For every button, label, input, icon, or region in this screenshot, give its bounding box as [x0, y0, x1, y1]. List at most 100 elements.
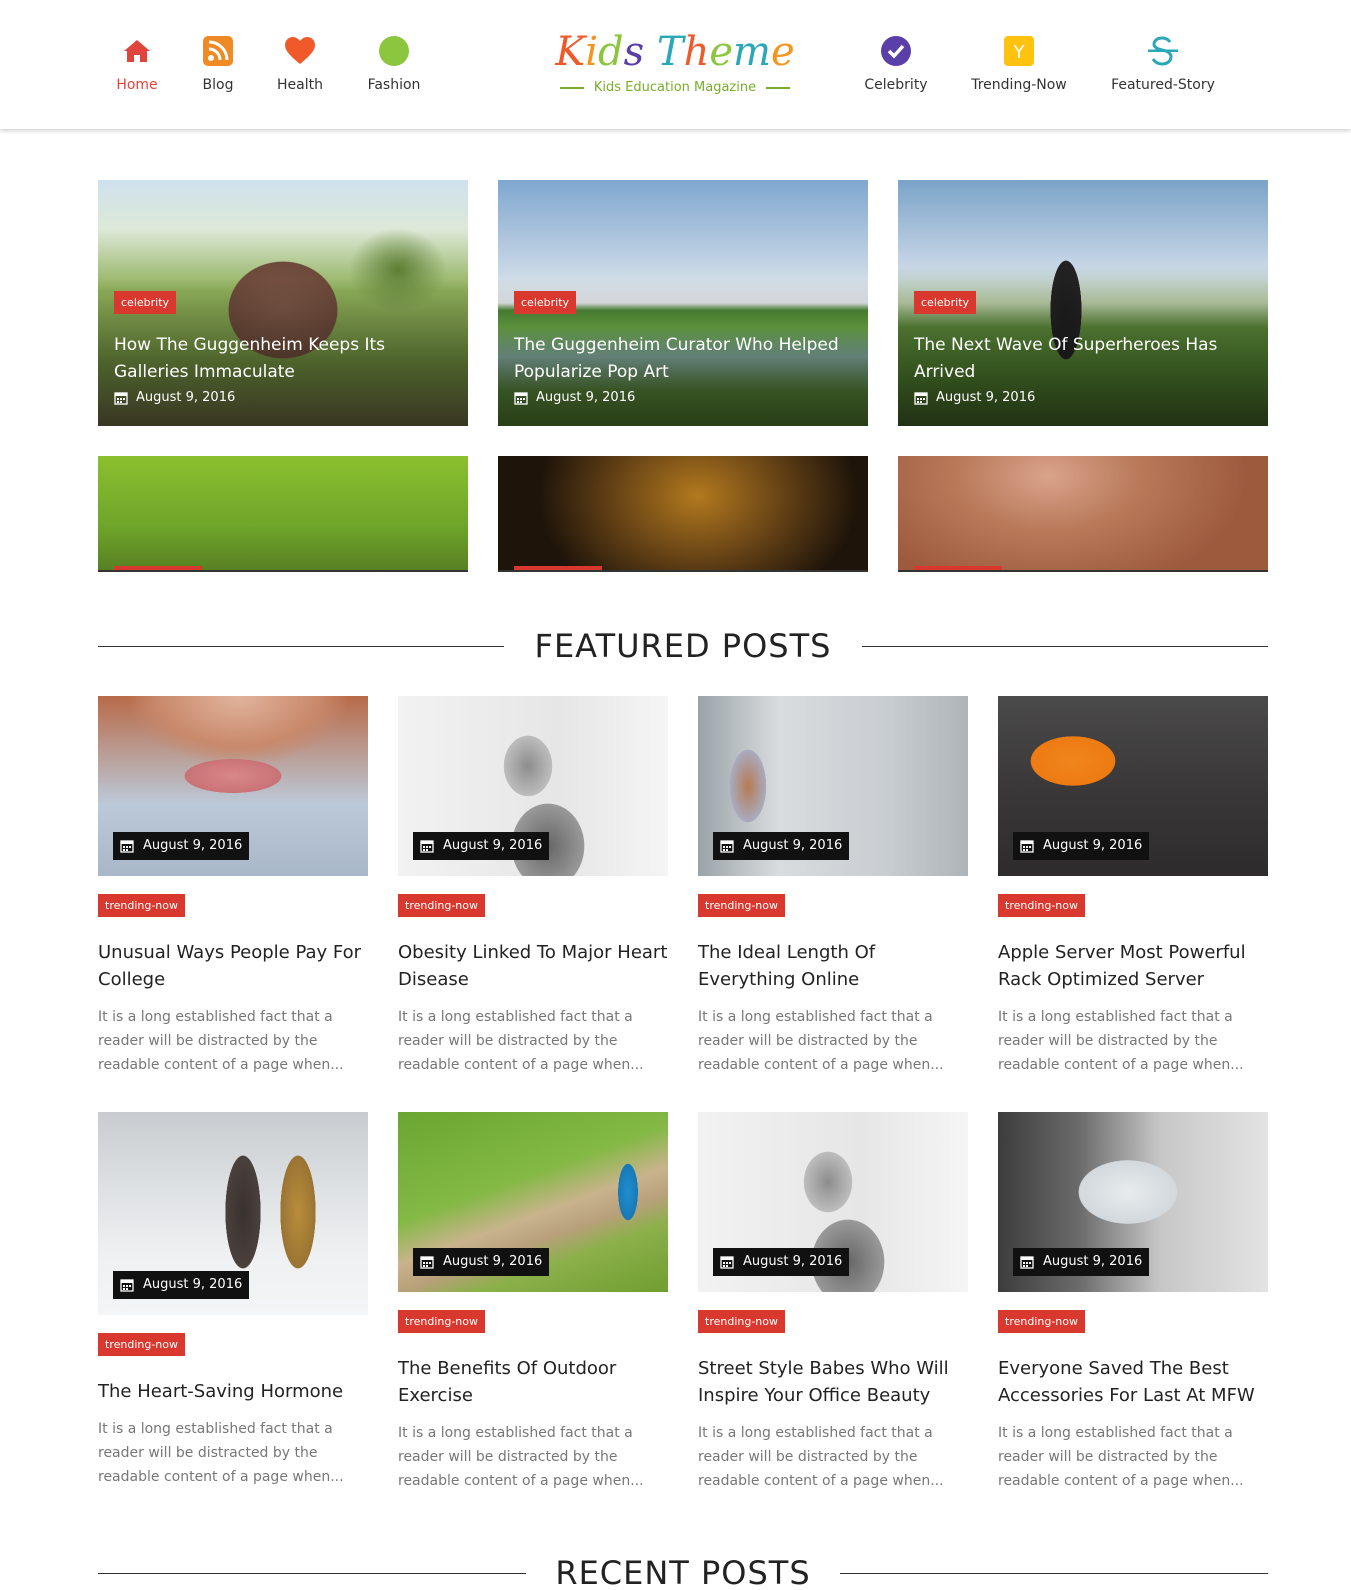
- post-title[interactable]: Everyone Saved The Best Accessories For …: [998, 1355, 1268, 1409]
- recent-posts-heading: RECENT POSTS: [98, 1553, 1268, 1590]
- svg-text:Y: Y: [1013, 42, 1026, 63]
- calendar-icon: [1020, 839, 1034, 853]
- nav-label: Trending-Now: [971, 77, 1067, 93]
- featured-posts-heading: FEATURED POSTS: [98, 626, 1268, 666]
- post-card[interactable]: August 9, 2016 trending-now Apple Server…: [998, 696, 1268, 1077]
- calendar-icon: [120, 1278, 134, 1292]
- calendar-icon: [420, 1255, 434, 1269]
- nav-fashion[interactable]: Fashion: [344, 34, 444, 93]
- calendar-icon: [720, 839, 734, 853]
- date-chip: August 9, 2016: [113, 1271, 250, 1299]
- slider-card[interactable]: celebrity The Next Wave Of Superheroes H…: [898, 180, 1268, 426]
- post-date-text: August 9, 2016: [1043, 1254, 1143, 1269]
- post-thumbnail[interactable]: August 9, 2016: [998, 1112, 1268, 1292]
- post-date-text: August 9, 2016: [743, 838, 843, 853]
- category-badge[interactable]: trending-now: [998, 894, 1085, 917]
- post-thumbnail[interactable]: August 9, 2016: [698, 1112, 968, 1292]
- category-badge[interactable]: trending-now: [98, 894, 185, 917]
- category-badge[interactable]: trending-now: [398, 1310, 485, 1333]
- post-title[interactable]: Unusual Ways People Pay For College: [98, 939, 368, 993]
- nav-featured-story[interactable]: Featured-Story: [1103, 34, 1223, 93]
- y-square-icon: Y: [1002, 34, 1036, 68]
- post-excerpt: It is a long established fact that a rea…: [398, 1425, 644, 1489]
- calendar-icon: [914, 391, 928, 405]
- post-thumbnail[interactable]: August 9, 2016: [398, 696, 668, 876]
- post-date-text: August 9, 2016: [136, 390, 236, 405]
- post-card[interactable]: August 9, 2016 trending-now Street Style…: [698, 1112, 968, 1493]
- category-badge[interactable]: trending-now: [698, 1310, 785, 1333]
- date-chip: August 9, 2016: [1013, 1248, 1150, 1276]
- post-excerpt: It is a long established fact that a rea…: [698, 1009, 944, 1073]
- nav-label: Celebrity: [864, 77, 928, 93]
- site-header: Home Blog Health Fashion Kids Theme Kids…: [0, 0, 1351, 129]
- category-badge[interactable]: trending-now: [398, 894, 485, 917]
- date-chip: August 9, 2016: [713, 832, 850, 860]
- post-title[interactable]: Obesity Linked To Major Heart Disease: [398, 939, 668, 993]
- nav-trending-now[interactable]: Y Trending-Now: [968, 34, 1070, 93]
- post-excerpt: It is a long established fact that a rea…: [98, 1421, 344, 1485]
- slider-card-partial[interactable]: [498, 456, 868, 572]
- logo-title: Kids Theme: [555, 29, 795, 75]
- post-thumbnail[interactable]: August 9, 2016: [698, 696, 968, 876]
- post-date-text: August 9, 2016: [536, 390, 636, 405]
- heart-icon: [283, 34, 317, 68]
- post-thumbnail[interactable]: August 9, 2016: [998, 696, 1268, 876]
- post-card[interactable]: August 9, 2016 trending-now The Heart-Sa…: [98, 1112, 368, 1489]
- rss-icon: [201, 34, 235, 68]
- post-title[interactable]: The Heart-Saving Hormone: [98, 1378, 368, 1405]
- post-date-text: August 9, 2016: [443, 1254, 543, 1269]
- slider-title[interactable]: The Guggenheim Curator Who Helped Popula…: [514, 332, 854, 386]
- post-excerpt: It is a long established fact that a rea…: [98, 1009, 344, 1073]
- post-date: August 9, 2016: [114, 390, 235, 405]
- category-badge[interactable]: trending-now: [998, 1310, 1085, 1333]
- category-badge[interactable]: celebrity: [114, 291, 177, 314]
- post-thumbnail[interactable]: August 9, 2016: [398, 1112, 668, 1292]
- post-date-text: August 9, 2016: [1043, 838, 1143, 853]
- logo-divider: [766, 86, 791, 89]
- nav-label: Fashion: [367, 77, 421, 93]
- slider-card[interactable]: celebrity How The Guggenheim Keeps Its G…: [98, 180, 468, 426]
- category-badge[interactable]: celebrity: [514, 291, 577, 314]
- post-excerpt: It is a long established fact that a rea…: [998, 1009, 1244, 1073]
- logo-subtitle-text: Kids Education Magazine: [593, 80, 757, 95]
- post-date: August 9, 2016: [914, 390, 1035, 405]
- post-card[interactable]: August 9, 2016 trending-now Everyone Sav…: [998, 1112, 1268, 1493]
- slider-title[interactable]: The Next Wave Of Superheroes Has Arrived: [914, 332, 1254, 386]
- slider-card-partial[interactable]: [98, 456, 468, 572]
- site-logo[interactable]: Kids Theme Kids Education Magazine: [555, 26, 795, 95]
- post-title[interactable]: Apple Server Most Powerful Rack Optimize…: [998, 939, 1268, 993]
- post-card[interactable]: August 9, 2016 trending-now Obesity Link…: [398, 696, 668, 1077]
- post-thumbnail[interactable]: August 9, 2016: [98, 1112, 368, 1315]
- category-badge[interactable]: celebrity: [914, 291, 977, 314]
- nav-health[interactable]: Health: [250, 34, 350, 93]
- slider-card-partial[interactable]: [898, 456, 1268, 572]
- category-badge[interactable]: trending-now: [98, 1333, 185, 1356]
- circle-icon: [377, 34, 411, 68]
- nav-label: Featured-Story: [1111, 77, 1215, 93]
- post-date-text: August 9, 2016: [143, 1277, 243, 1292]
- slider-title[interactable]: How The Guggenheim Keeps Its Galleries I…: [114, 332, 454, 386]
- post-excerpt: It is a long established fact that a rea…: [998, 1425, 1244, 1489]
- slider-card[interactable]: celebrity The Guggenheim Curator Who Hel…: [498, 180, 868, 426]
- calendar-icon: [120, 839, 134, 853]
- nav-label: Health: [277, 77, 323, 93]
- post-date-text: August 9, 2016: [143, 838, 243, 853]
- date-chip: August 9, 2016: [413, 832, 550, 860]
- calendar-icon: [514, 391, 528, 405]
- post-thumbnail[interactable]: August 9, 2016: [98, 696, 368, 876]
- nav-celebrity[interactable]: Celebrity: [846, 34, 946, 93]
- category-badge[interactable]: trending-now: [698, 894, 785, 917]
- post-date-text: August 9, 2016: [936, 390, 1036, 405]
- post-card[interactable]: August 9, 2016 trending-now The Benefits…: [398, 1112, 668, 1493]
- post-title[interactable]: Street Style Babes Who Will Inspire Your…: [698, 1355, 968, 1409]
- post-card[interactable]: August 9, 2016 trending-now The Ideal Le…: [698, 696, 968, 1077]
- calendar-icon: [720, 1255, 734, 1269]
- post-title[interactable]: The Benefits Of Outdoor Exercise: [398, 1355, 668, 1409]
- post-excerpt: It is a long established fact that a rea…: [698, 1425, 944, 1489]
- post-title[interactable]: The Ideal Length Of Everything Online: [698, 939, 968, 993]
- post-date-text: August 9, 2016: [743, 1254, 843, 1269]
- post-card[interactable]: August 9, 2016 trending-now Unusual Ways…: [98, 696, 368, 1077]
- calendar-icon: [114, 391, 128, 405]
- check-circle-icon: [879, 34, 913, 68]
- calendar-icon: [1020, 1255, 1034, 1269]
